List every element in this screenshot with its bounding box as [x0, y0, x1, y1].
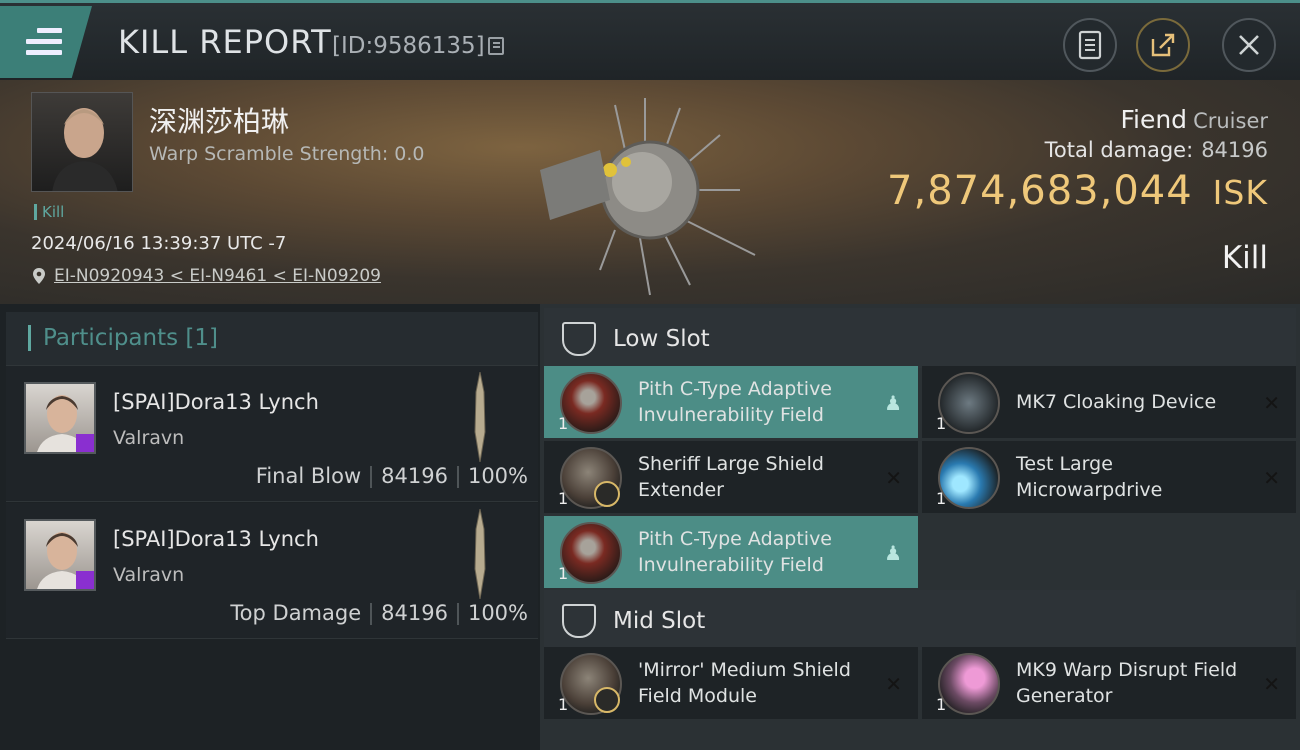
report-icon	[1078, 30, 1102, 60]
close-button[interactable]	[1222, 18, 1276, 72]
share-button[interactable]	[1136, 18, 1190, 72]
victim-portrait[interactable]	[31, 92, 133, 192]
kill-timestamp: 2024/06/16 13:39:37 UTC -7	[31, 233, 287, 254]
module-qty: 1	[558, 564, 569, 583]
close-icon	[1239, 35, 1259, 55]
person-icon: ♟	[884, 391, 902, 415]
participants-panel: Participants [1] [SPAI]Dora13 Lynch Valr…	[0, 304, 540, 750]
invulnerability-field-icon	[560, 522, 622, 584]
participant-row[interactable]: [SPAI]Dora13 Lynch Valravn Final Blow 841…	[6, 366, 538, 502]
module-name: Test Large Microwarpdrive	[1016, 453, 1163, 501]
module-qty: 1	[558, 414, 569, 433]
top-bar: KILL REPORT [ID:9586135]	[0, 0, 1300, 80]
participant-damage: 84196	[381, 601, 448, 625]
report-id: [ID:9586135]	[332, 33, 485, 59]
report-button[interactable]	[1063, 18, 1117, 72]
destroyed-x-icon: ✕	[885, 466, 902, 490]
module-item[interactable]: 1 MK9 Warp Disrupt Field Generator ✕	[922, 647, 1296, 719]
ship-name: Fiend Cruiser	[1120, 105, 1268, 134]
location-pin-icon	[33, 268, 45, 284]
slot-emblem-icon	[562, 322, 596, 356]
victim-name: 深渊莎柏琳	[149, 105, 290, 138]
module-qty: 1	[558, 695, 569, 714]
participant-stats: Top Damage 84196 100%	[230, 601, 528, 625]
plus-badge-icon	[594, 481, 620, 507]
low-slot-label: Low Slot	[613, 326, 710, 352]
module-item[interactable]: 1 Sheriff Large Shield Extender ✕	[544, 441, 918, 513]
participant-avatar[interactable]	[24, 519, 96, 591]
share-icon	[1151, 33, 1175, 57]
participant-name: [SPAI]Dora13 Lynch	[113, 390, 319, 414]
mid-slot-label: Mid Slot	[613, 608, 706, 634]
result-label: Kill	[1221, 240, 1268, 276]
warp-scramble-strength: Warp Scramble Strength: 0.0	[149, 143, 425, 165]
hamburger-menu-button[interactable]	[0, 6, 92, 78]
participant-role: Final Blow	[255, 464, 362, 488]
participant-name: [SPAI]Dora13 Lynch	[113, 527, 319, 551]
cloaking-device-icon	[938, 372, 1000, 434]
participant-percent: 100%	[467, 601, 528, 625]
mid-slot-header: Mid Slot	[544, 590, 1296, 650]
destroyed-x-icon: ✕	[1263, 391, 1280, 415]
participant-ship-icon	[474, 509, 486, 599]
module-name: Pith C-Type Adaptive Invulnerability Fie…	[638, 378, 832, 426]
isk-unit: ISK	[1212, 173, 1268, 212]
kill-tag: Kill	[34, 204, 64, 220]
total-damage-value: 84196	[1201, 138, 1268, 162]
module-name: MK7 Cloaking Device	[1016, 391, 1217, 413]
microwarpdrive-icon	[938, 447, 1000, 509]
participant-corp: Valravn	[113, 564, 185, 586]
isk-value: 7,874,683,044 ISK	[887, 168, 1268, 214]
pilot-avatar-icon	[52, 108, 118, 191]
faction-badge-icon	[76, 434, 94, 452]
destroyed-x-icon: ✕	[1263, 672, 1280, 696]
invulnerability-field-icon	[560, 372, 622, 434]
participant-row[interactable]: [SPAI]Dora13 Lynch Valravn Top Damage 841…	[6, 503, 538, 639]
hamburger-icon	[26, 28, 62, 61]
ship-class: Cruiser	[1193, 109, 1268, 133]
low-slot-header: Low Slot	[544, 308, 1296, 368]
kill-location[interactable]: EI-N0920943 < EI-N9461 < EI-N09209	[32, 266, 381, 286]
page-title: KILL REPORT	[118, 23, 332, 61]
module-item[interactable]: 1 Pith C-Type Adaptive Invulnerability F…	[544, 366, 918, 438]
module-item[interactable]: 1 Pith C-Type Adaptive Invulnerability F…	[544, 516, 918, 588]
participant-ship-icon	[474, 372, 486, 462]
module-qty: 1	[558, 489, 569, 508]
participant-role: Top Damage	[230, 601, 362, 625]
participants-header[interactable]: Participants [1]	[6, 312, 538, 366]
participant-corp: Valravn	[113, 427, 185, 449]
faction-badge-icon	[76, 571, 94, 589]
module-name: Pith C-Type Adaptive Invulnerability Fie…	[638, 528, 832, 576]
isk-amount: 7,874,683,044	[887, 168, 1193, 214]
module-name: 'Mirror' Medium Shield Field Module	[638, 659, 851, 707]
module-qty: 1	[936, 414, 947, 433]
destroyed-x-icon: ✕	[1263, 466, 1280, 490]
module-item[interactable]: 1 MK7 Cloaking Device ✕	[922, 366, 1296, 438]
module-name: Sheriff Large Shield Extender	[638, 453, 824, 501]
module-qty: 1	[936, 695, 947, 714]
destroyed-x-icon: ✕	[885, 672, 902, 696]
kill-header: 深渊莎柏琳 Warp Scramble Strength: 0.0 Kill 2…	[0, 80, 1300, 304]
participant-stats: Final Blow 84196 100%	[256, 464, 528, 488]
participant-damage: 84196	[381, 464, 448, 488]
person-icon: ♟	[884, 541, 902, 565]
total-damage: Total damage: 84196	[1045, 138, 1268, 162]
location-link[interactable]: EI-N0920943 < EI-N9461 < EI-N09209	[54, 266, 381, 286]
copy-icon[interactable]	[488, 37, 504, 55]
slot-emblem-icon	[562, 604, 596, 638]
warp-disrupt-generator-icon	[938, 653, 1000, 715]
participant-percent: 100%	[467, 464, 528, 488]
fitting-panel: Low Slot 1 Pith C-Type Adaptive Invulner…	[540, 304, 1300, 750]
ship-type: Fiend	[1120, 105, 1188, 134]
module-qty: 1	[936, 489, 947, 508]
module-item[interactable]: 1 'Mirror' Medium Shield Field Module ✕	[544, 647, 918, 719]
total-damage-label: Total damage:	[1044, 138, 1194, 162]
module-item[interactable]: 1 Test Large Microwarpdrive ✕	[922, 441, 1296, 513]
module-name: MK9 Warp Disrupt Field Generator	[1016, 659, 1238, 707]
ship-render	[540, 98, 756, 296]
participant-avatar[interactable]	[24, 382, 96, 454]
rank-badge-icon	[594, 687, 620, 713]
participants-label: Participants [1]	[28, 325, 218, 351]
